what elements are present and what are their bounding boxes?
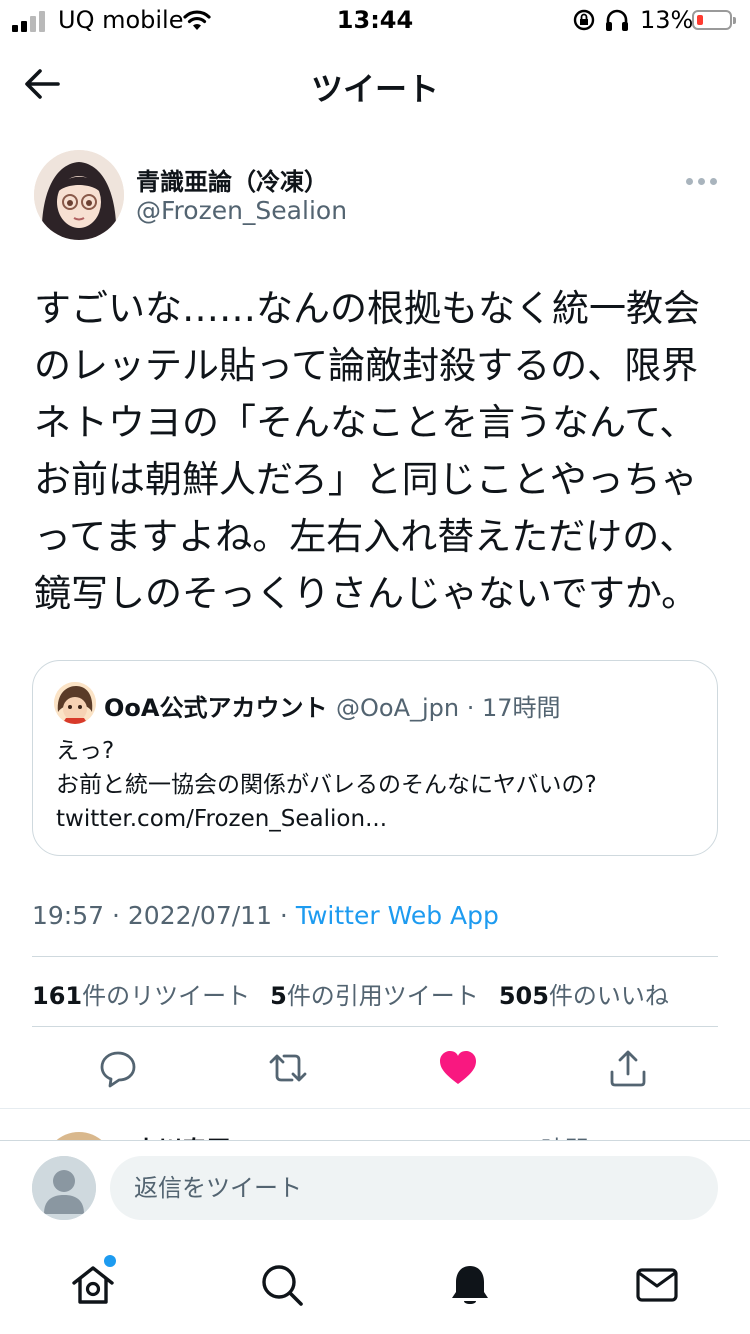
retweet-count: 161 [32,982,83,1010]
mail-icon[interactable] [634,1262,680,1308]
author-handle[interactable]: @Frozen_Sealion [136,196,347,225]
tweet-text-line: ってますよね。左右入れ替えただけの、 [34,515,697,558]
search-icon[interactable] [259,1262,305,1308]
my-avatar [32,1156,96,1220]
tweet-text-line: 鏡写しのそっくりさんじゃないですか。 [34,572,699,615]
divider [32,956,718,957]
reply-author-name: 小川泰辰 [134,1130,230,1140]
like-heart-icon[interactable] [438,1048,478,1088]
quote-count: 5 [270,982,287,1010]
reply-author-avatar [44,1132,114,1140]
status-bar: UQ mobile 13:44 13% [0,0,750,40]
page-title: ツイート [310,70,439,108]
divider [0,1108,750,1109]
author-name[interactable]: 青識亜論（冷凍） [136,162,328,197]
divider [32,1026,718,1027]
likes-label: 件のいいね [548,982,669,1010]
tweet-text-line: お前は朝鮮人だろ」と同じことやっちゃ [34,458,698,501]
tweet-meta: 19:57 · 2022/07/11 · Twitter Web App [32,901,499,930]
quoted-tweet-text: えっ? お前と統一協会の関係がバレるのそんなにヤバいの? twitter.com… [56,734,696,836]
bell-icon[interactable] [447,1262,493,1308]
quoted-author-handle: @OoA_jpn · 17時間 [336,694,561,722]
engagement-stats: 161件のリツイート 5件の引用ツイート 505件のいいね [32,976,669,1011]
headphones-icon [606,9,628,31]
quoted-text-line: えっ? [56,738,115,764]
quoted-author-avatar [54,682,96,724]
divider [0,1140,750,1141]
tweet-timestamp: 19:57 · 2022/07/11 · [32,901,296,930]
more-options-icon[interactable] [686,170,722,189]
retweet-icon[interactable] [268,1048,308,1088]
reply-icon[interactable] [98,1048,138,1088]
tweet-source-link[interactable]: Twitter Web App [296,901,499,930]
quotes-stat[interactable]: 5件の引用ツイート [270,982,479,1010]
like-count: 505 [498,982,549,1010]
share-icon[interactable] [608,1048,648,1088]
tweet-text-line: のレッテル貼って論敵封殺するの、限界 [34,344,699,387]
clock: 13:44 [336,6,414,34]
reply-input[interactable] [110,1156,718,1220]
quotes-label: 件の引用ツイート [286,982,479,1010]
retweets-stat[interactable]: 161件のリツイート [32,982,250,1010]
battery-percent: 13% [640,6,694,34]
retweets-label: 件のリツイート [82,982,251,1010]
reply-author-handle: @XP3uanYKanOSM59 · 7時間 [242,1130,589,1140]
orientation-lock-icon [573,9,595,31]
battery-icon [692,10,736,30]
home-icon[interactable] [70,1262,116,1308]
likes-stat[interactable]: 505件のいいね [499,982,669,1010]
quoted-text-line: お前と統一協会の関係がバレるのそんなにヤバいの? [56,772,597,798]
quoted-link[interactable]: twitter.com/Frozen_Sealion... [56,802,696,836]
tweet-text-line: すごいな……なんの根拠もなく統一教会 [34,287,700,330]
quoted-author-name: OoA公式アカウント [104,694,328,722]
next-reply-peek[interactable]: 小川泰辰 @XP3uanYKanOSM59 · 7時間 [0,1110,750,1140]
tweet-text-line: ネトウヨの「そんなことを言うなんて、 [34,401,697,444]
notification-dot [104,1255,116,1267]
tweet-text: すごいな……なんの根拠もなく統一教会 のレッテル貼って論敵封殺するの、限界 ネト… [34,280,724,622]
author-avatar[interactable] [34,150,124,240]
